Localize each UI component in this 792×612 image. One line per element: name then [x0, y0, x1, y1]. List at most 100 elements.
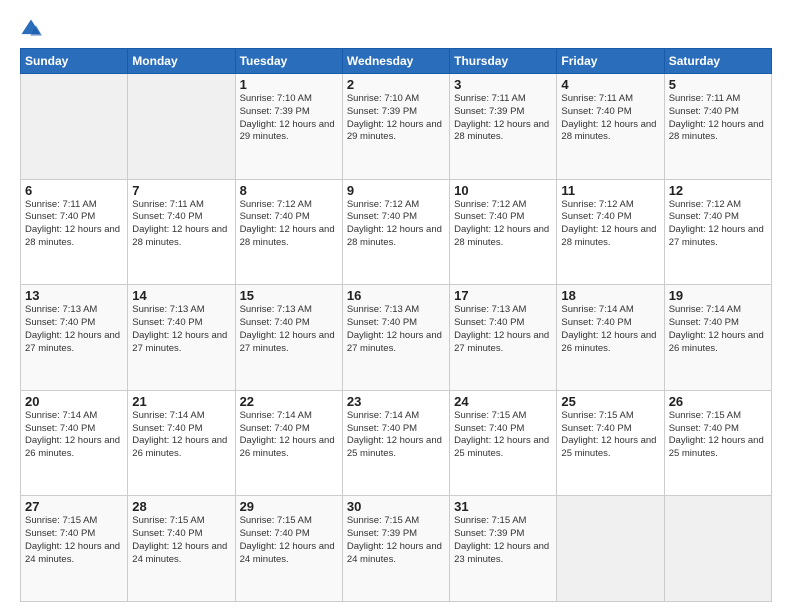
day-number: 23 [347, 394, 445, 409]
calendar-cell: 10Sunrise: 7:12 AM Sunset: 7:40 PM Dayli… [450, 179, 557, 285]
calendar-cell: 15Sunrise: 7:13 AM Sunset: 7:40 PM Dayli… [235, 285, 342, 391]
day-info: Sunrise: 7:15 AM Sunset: 7:40 PM Dayligh… [669, 410, 767, 461]
day-number: 4 [561, 77, 659, 92]
calendar-header-wednesday: Wednesday [342, 49, 449, 74]
calendar-header-thursday: Thursday [450, 49, 557, 74]
day-info: Sunrise: 7:15 AM Sunset: 7:39 PM Dayligh… [454, 515, 552, 566]
day-number: 28 [132, 499, 230, 514]
day-info: Sunrise: 7:11 AM Sunset: 7:39 PM Dayligh… [454, 93, 552, 144]
calendar-cell: 27Sunrise: 7:15 AM Sunset: 7:40 PM Dayli… [21, 496, 128, 602]
calendar-week-row: 27Sunrise: 7:15 AM Sunset: 7:40 PM Dayli… [21, 496, 772, 602]
day-number: 9 [347, 183, 445, 198]
calendar-cell: 1Sunrise: 7:10 AM Sunset: 7:39 PM Daylig… [235, 74, 342, 180]
calendar-cell: 16Sunrise: 7:13 AM Sunset: 7:40 PM Dayli… [342, 285, 449, 391]
day-number: 13 [25, 288, 123, 303]
day-number: 19 [669, 288, 767, 303]
calendar-cell: 28Sunrise: 7:15 AM Sunset: 7:40 PM Dayli… [128, 496, 235, 602]
day-info: Sunrise: 7:13 AM Sunset: 7:40 PM Dayligh… [240, 304, 338, 355]
calendar-cell: 9Sunrise: 7:12 AM Sunset: 7:40 PM Daylig… [342, 179, 449, 285]
day-number: 31 [454, 499, 552, 514]
day-number: 8 [240, 183, 338, 198]
calendar-cell: 21Sunrise: 7:14 AM Sunset: 7:40 PM Dayli… [128, 390, 235, 496]
day-info: Sunrise: 7:11 AM Sunset: 7:40 PM Dayligh… [669, 93, 767, 144]
day-number: 26 [669, 394, 767, 409]
calendar-cell: 22Sunrise: 7:14 AM Sunset: 7:40 PM Dayli… [235, 390, 342, 496]
day-number: 22 [240, 394, 338, 409]
day-number: 24 [454, 394, 552, 409]
day-info: Sunrise: 7:12 AM Sunset: 7:40 PM Dayligh… [454, 199, 552, 250]
day-number: 15 [240, 288, 338, 303]
day-info: Sunrise: 7:11 AM Sunset: 7:40 PM Dayligh… [132, 199, 230, 250]
calendar-week-row: 20Sunrise: 7:14 AM Sunset: 7:40 PM Dayli… [21, 390, 772, 496]
day-number: 18 [561, 288, 659, 303]
day-number: 12 [669, 183, 767, 198]
day-info: Sunrise: 7:11 AM Sunset: 7:40 PM Dayligh… [25, 199, 123, 250]
calendar-cell: 31Sunrise: 7:15 AM Sunset: 7:39 PM Dayli… [450, 496, 557, 602]
calendar-cell: 19Sunrise: 7:14 AM Sunset: 7:40 PM Dayli… [664, 285, 771, 391]
calendar-cell: 14Sunrise: 7:13 AM Sunset: 7:40 PM Dayli… [128, 285, 235, 391]
logo-icon [20, 18, 42, 40]
day-info: Sunrise: 7:15 AM Sunset: 7:40 PM Dayligh… [561, 410, 659, 461]
day-info: Sunrise: 7:14 AM Sunset: 7:40 PM Dayligh… [669, 304, 767, 355]
day-info: Sunrise: 7:13 AM Sunset: 7:40 PM Dayligh… [347, 304, 445, 355]
calendar-header-row: SundayMondayTuesdayWednesdayThursdayFrid… [21, 49, 772, 74]
calendar-header-tuesday: Tuesday [235, 49, 342, 74]
day-info: Sunrise: 7:12 AM Sunset: 7:40 PM Dayligh… [347, 199, 445, 250]
day-number: 6 [25, 183, 123, 198]
day-number: 27 [25, 499, 123, 514]
calendar-cell [128, 74, 235, 180]
calendar-week-row: 6Sunrise: 7:11 AM Sunset: 7:40 PM Daylig… [21, 179, 772, 285]
calendar-cell [21, 74, 128, 180]
calendar-week-row: 1Sunrise: 7:10 AM Sunset: 7:39 PM Daylig… [21, 74, 772, 180]
day-number: 29 [240, 499, 338, 514]
day-number: 3 [454, 77, 552, 92]
day-info: Sunrise: 7:15 AM Sunset: 7:39 PM Dayligh… [347, 515, 445, 566]
day-info: Sunrise: 7:11 AM Sunset: 7:40 PM Dayligh… [561, 93, 659, 144]
day-info: Sunrise: 7:14 AM Sunset: 7:40 PM Dayligh… [132, 410, 230, 461]
day-number: 2 [347, 77, 445, 92]
day-number: 14 [132, 288, 230, 303]
day-info: Sunrise: 7:12 AM Sunset: 7:40 PM Dayligh… [240, 199, 338, 250]
calendar-cell: 18Sunrise: 7:14 AM Sunset: 7:40 PM Dayli… [557, 285, 664, 391]
logo [20, 18, 44, 40]
calendar-header-monday: Monday [128, 49, 235, 74]
day-info: Sunrise: 7:15 AM Sunset: 7:40 PM Dayligh… [240, 515, 338, 566]
day-info: Sunrise: 7:15 AM Sunset: 7:40 PM Dayligh… [25, 515, 123, 566]
calendar-cell: 26Sunrise: 7:15 AM Sunset: 7:40 PM Dayli… [664, 390, 771, 496]
calendar-cell: 30Sunrise: 7:15 AM Sunset: 7:39 PM Dayli… [342, 496, 449, 602]
calendar-cell [557, 496, 664, 602]
calendar-cell: 25Sunrise: 7:15 AM Sunset: 7:40 PM Dayli… [557, 390, 664, 496]
day-number: 10 [454, 183, 552, 198]
day-info: Sunrise: 7:12 AM Sunset: 7:40 PM Dayligh… [669, 199, 767, 250]
calendar-cell: 20Sunrise: 7:14 AM Sunset: 7:40 PM Dayli… [21, 390, 128, 496]
calendar-cell: 7Sunrise: 7:11 AM Sunset: 7:40 PM Daylig… [128, 179, 235, 285]
day-info: Sunrise: 7:14 AM Sunset: 7:40 PM Dayligh… [25, 410, 123, 461]
day-number: 25 [561, 394, 659, 409]
calendar-cell: 13Sunrise: 7:13 AM Sunset: 7:40 PM Dayli… [21, 285, 128, 391]
calendar-table: SundayMondayTuesdayWednesdayThursdayFrid… [20, 48, 772, 602]
calendar-header-sunday: Sunday [21, 49, 128, 74]
calendar-cell: 8Sunrise: 7:12 AM Sunset: 7:40 PM Daylig… [235, 179, 342, 285]
calendar-cell: 2Sunrise: 7:10 AM Sunset: 7:39 PM Daylig… [342, 74, 449, 180]
calendar-cell: 11Sunrise: 7:12 AM Sunset: 7:40 PM Dayli… [557, 179, 664, 285]
day-number: 1 [240, 77, 338, 92]
calendar-cell [664, 496, 771, 602]
day-info: Sunrise: 7:15 AM Sunset: 7:40 PM Dayligh… [454, 410, 552, 461]
day-number: 16 [347, 288, 445, 303]
day-info: Sunrise: 7:13 AM Sunset: 7:40 PM Dayligh… [25, 304, 123, 355]
day-info: Sunrise: 7:15 AM Sunset: 7:40 PM Dayligh… [132, 515, 230, 566]
day-number: 5 [669, 77, 767, 92]
calendar-cell: 3Sunrise: 7:11 AM Sunset: 7:39 PM Daylig… [450, 74, 557, 180]
day-number: 7 [132, 183, 230, 198]
calendar-cell: 23Sunrise: 7:14 AM Sunset: 7:40 PM Dayli… [342, 390, 449, 496]
calendar-cell: 29Sunrise: 7:15 AM Sunset: 7:40 PM Dayli… [235, 496, 342, 602]
day-info: Sunrise: 7:14 AM Sunset: 7:40 PM Dayligh… [347, 410, 445, 461]
calendar-header-friday: Friday [557, 49, 664, 74]
day-info: Sunrise: 7:14 AM Sunset: 7:40 PM Dayligh… [240, 410, 338, 461]
calendar-cell: 24Sunrise: 7:15 AM Sunset: 7:40 PM Dayli… [450, 390, 557, 496]
calendar-cell: 12Sunrise: 7:12 AM Sunset: 7:40 PM Dayli… [664, 179, 771, 285]
page-header [20, 18, 772, 40]
day-number: 21 [132, 394, 230, 409]
calendar-header-saturday: Saturday [664, 49, 771, 74]
day-info: Sunrise: 7:13 AM Sunset: 7:40 PM Dayligh… [454, 304, 552, 355]
